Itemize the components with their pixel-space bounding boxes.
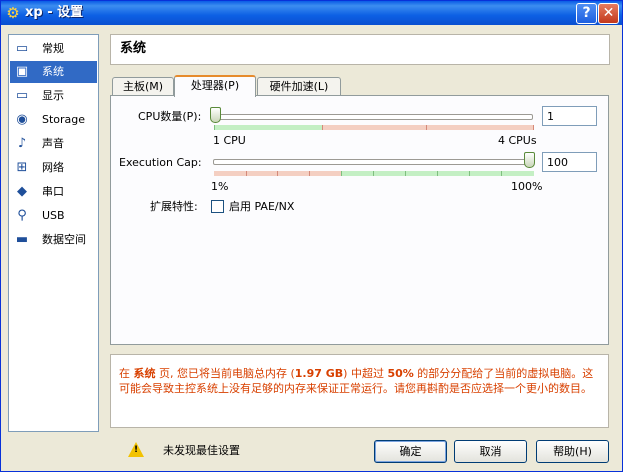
sidebar-item-system[interactable]: ▣ 系统	[10, 61, 97, 83]
sidebar-item-network[interactable]: ⊞ 网络	[10, 157, 97, 179]
display-icon: ▭	[15, 88, 29, 103]
sidebar-item-storage[interactable]: ◉ Storage	[10, 109, 97, 131]
cap-tick	[246, 171, 247, 176]
sidebar-item-label: Storage	[42, 113, 86, 126]
warning-message: 在 系统 页, 您已将当前电脑总内存 (1.97 GB) 中超过 50% 的部分…	[119, 367, 594, 395]
cap-tick	[405, 171, 406, 176]
cap-tick	[437, 171, 438, 176]
cap-tick	[469, 171, 470, 176]
cap-max-label: 100%	[511, 180, 543, 193]
sidebar-item-label: 网络	[42, 161, 64, 174]
help-title-button[interactable]: ?	[576, 3, 597, 24]
page-header: 系统	[110, 34, 610, 65]
pae-nx-label[interactable]: 启用 PAE/NX	[229, 200, 294, 213]
status-text: 未发现最佳设置	[163, 444, 240, 457]
settings-window: ⚙ xp - 设置 ? ✕ ▭ 常规 ▣ 系统 ▭ 显示 ◉ Storage ♪…	[0, 0, 623, 472]
execution-cap-input[interactable]: 100	[542, 152, 597, 172]
sidebar-item-label: 显示	[42, 89, 64, 102]
page-title: 系统	[120, 41, 147, 56]
sidebar-item-serial[interactable]: ◆ 串口	[10, 181, 97, 203]
cpu-slider-thumb[interactable]	[210, 107, 221, 123]
cpu-count-input[interactable]: 1	[542, 106, 597, 126]
cpu-tick	[214, 125, 215, 130]
sidebar-item-audio[interactable]: ♪ 声音	[10, 133, 97, 155]
tab-motherboard[interactable]: 主板(M)	[112, 77, 174, 96]
ok-button[interactable]: 确定	[374, 440, 447, 463]
serial-port-icon: ◆	[17, 184, 27, 199]
sidebar-item-shared-folders[interactable]: ▬ 数据空间	[10, 229, 97, 251]
cpu-slider-track[interactable]	[213, 114, 533, 120]
sidebar-item-display[interactable]: ▭ 显示	[10, 85, 97, 107]
help-button[interactable]: 帮助(H)	[536, 440, 609, 463]
cancel-button[interactable]: 取消	[454, 440, 527, 463]
sidebar-item-usb[interactable]: ⚲ USB	[10, 205, 97, 227]
cap-tick	[341, 171, 342, 176]
cpu-max-label: 4 CPUs	[498, 134, 537, 147]
sidebar-item-label: 串口	[42, 185, 64, 198]
network-icon: ⊞	[16, 160, 28, 175]
cpu-count-label: CPU数量(P):	[138, 110, 202, 123]
cap-tick	[277, 171, 278, 176]
cpu-tick	[322, 125, 323, 130]
monitor-icon: ▭	[15, 41, 29, 56]
cpu-range-optimal	[214, 125, 322, 130]
extended-features-label: 扩展特性:	[150, 200, 198, 213]
close-button[interactable]: ✕	[598, 3, 619, 24]
warning-message-box: 在 系统 页, 您已将当前电脑总内存 (1.97 GB) 中超过 50% 的部分…	[110, 354, 609, 428]
settings-sidebar: ▭ 常规 ▣ 系统 ▭ 显示 ◉ Storage ♪ 声音 ⊞ 网络 ◆ 串口 …	[8, 34, 99, 432]
cpu-min-label: 1 CPU	[213, 134, 246, 147]
execution-cap-value: 100	[547, 156, 568, 169]
cpu-range-warning	[322, 125, 534, 130]
sidebar-item-label: 数据空间	[42, 233, 86, 246]
disk-icon: ◉	[16, 112, 28, 127]
tab-acceleration[interactable]: 硬件加速(L)	[257, 77, 341, 96]
cpu-tick	[533, 125, 534, 130]
cap-tick	[309, 171, 310, 176]
cpu-tick	[426, 125, 427, 130]
sidebar-item-label: 声音	[42, 137, 64, 150]
warning-icon: !	[128, 442, 144, 457]
gear-icon: ⚙	[6, 4, 20, 22]
folder-icon: ▬	[15, 232, 29, 247]
execution-cap-label: Execution Cap:	[119, 156, 202, 169]
sidebar-item-label: USB	[42, 209, 65, 222]
cap-slider-thumb[interactable]	[524, 152, 535, 168]
sidebar-item-label: 系统	[42, 65, 64, 78]
processor-panel	[110, 95, 609, 345]
cpu-count-value: 1	[547, 110, 554, 123]
window-title: xp - 设置	[25, 5, 84, 20]
cap-min-label: 1%	[211, 180, 229, 193]
title-bar[interactable]: ⚙ xp - 设置 ? ✕	[1, 1, 622, 25]
cap-tick	[501, 171, 502, 176]
pae-nx-checkbox[interactable]	[211, 200, 224, 213]
cap-tick	[373, 171, 374, 176]
sidebar-item-label: 常规	[42, 42, 64, 55]
speaker-icon: ♪	[17, 136, 27, 151]
cap-slider-track[interactable]	[213, 159, 533, 165]
sidebar-item-general[interactable]: ▭ 常规	[10, 38, 97, 60]
chip-icon: ▣	[15, 64, 29, 79]
tab-processor[interactable]: 处理器(P)	[174, 75, 256, 97]
usb-icon: ⚲	[17, 208, 27, 223]
